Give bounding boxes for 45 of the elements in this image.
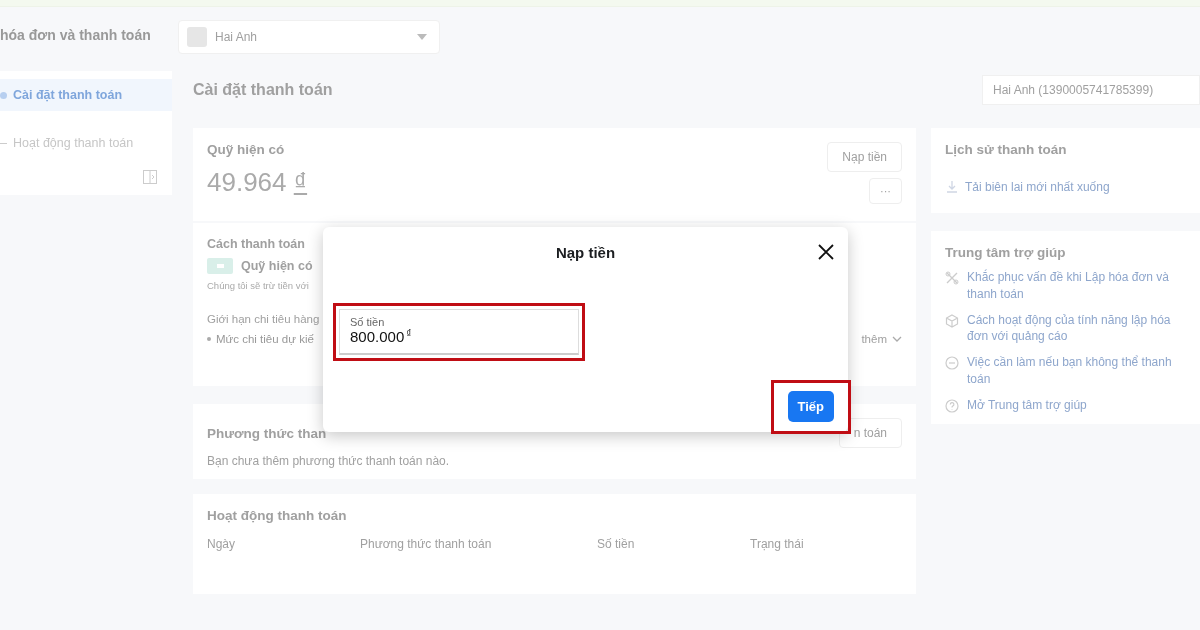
sidebar-item[interactable]: Cài đặt thanh toán — [0, 79, 172, 111]
page-heading: hóa đơn và thanh toán — [0, 26, 152, 45]
payment-note: Chúng tôi sẽ trừ tiền với — [207, 280, 309, 291]
card-title: Phương thức than — [207, 425, 327, 441]
close-icon[interactable] — [818, 244, 834, 260]
minus-circle-icon — [945, 356, 959, 371]
help-link[interactable]: Khắc phục vấn đề khi Lập hóa đơn và thanh toán — [967, 269, 1186, 303]
column-header: Phương thức thanh toán — [360, 537, 493, 551]
card-title: Trung tâm trợ giúp — [945, 245, 1067, 260]
empty-text: Bạn chưa thêm phương thức thanh toán nào. — [207, 454, 451, 468]
wallet-icon — [207, 258, 233, 274]
page-title: Cài đặt thanh toán — [193, 81, 333, 99]
download-link[interactable]: Tải biên lai mới nhất xuống — [965, 179, 1110, 196]
help-link[interactable]: Mở Trung tâm trợ giúp — [967, 396, 1087, 414]
next-button[interactable]: Tiếp — [787, 391, 834, 422]
tools-icon — [945, 271, 959, 285]
sidebar-item[interactable]: Hoạt động thanh toán — [0, 127, 172, 159]
help-link[interactable]: Việc cần làm nếu bạn không thể thanh toán — [967, 354, 1186, 388]
card-title: Cách thanh toán — [207, 237, 305, 251]
amount-field[interactable]: Số tiền 800.000₫ — [339, 309, 579, 355]
chevron-icon — [892, 336, 902, 342]
show-more-link[interactable]: thêm — [861, 333, 887, 345]
column-header: Ngày — [207, 537, 236, 551]
caret-icon — [417, 34, 427, 40]
help-icon — [945, 398, 959, 413]
help-link[interactable]: Cách hoạt động của tính năng lập hóa đơn với quảng cáo — [967, 311, 1186, 346]
download-icon — [945, 180, 959, 195]
limit-item: Mức chi tiêu dự kiế — [216, 333, 314, 345]
cube-icon — [945, 313, 959, 328]
avatar-icon — [187, 27, 207, 47]
column-header: Số tiền — [597, 537, 636, 551]
add-funds-button[interactable]: Nạp tiền — [827, 142, 902, 172]
panel-toggle-icon[interactable] — [142, 169, 158, 185]
card-title: Quỹ hiện có — [207, 142, 286, 157]
card-title: Lịch sử thanh toán — [945, 142, 1068, 157]
more-button[interactable]: ··· — [869, 178, 902, 204]
payment-method-name: Quỹ hiện có — [241, 259, 313, 273]
bullet-icon — [207, 337, 211, 341]
column-header: Trạng thái — [750, 537, 805, 551]
balance-amount: 49.964 ₫ — [207, 167, 308, 198]
account-picker[interactable]: Hai Anh (1390005741785399) — [982, 75, 1200, 105]
card-title: Hoạt động thanh toán — [207, 508, 348, 523]
dialog-title: Nạp tiền — [555, 243, 616, 261]
limit-title: Giới hạn chi tiêu hàng — [207, 313, 320, 325]
account-select[interactable]: Hai Anh — [178, 20, 440, 54]
